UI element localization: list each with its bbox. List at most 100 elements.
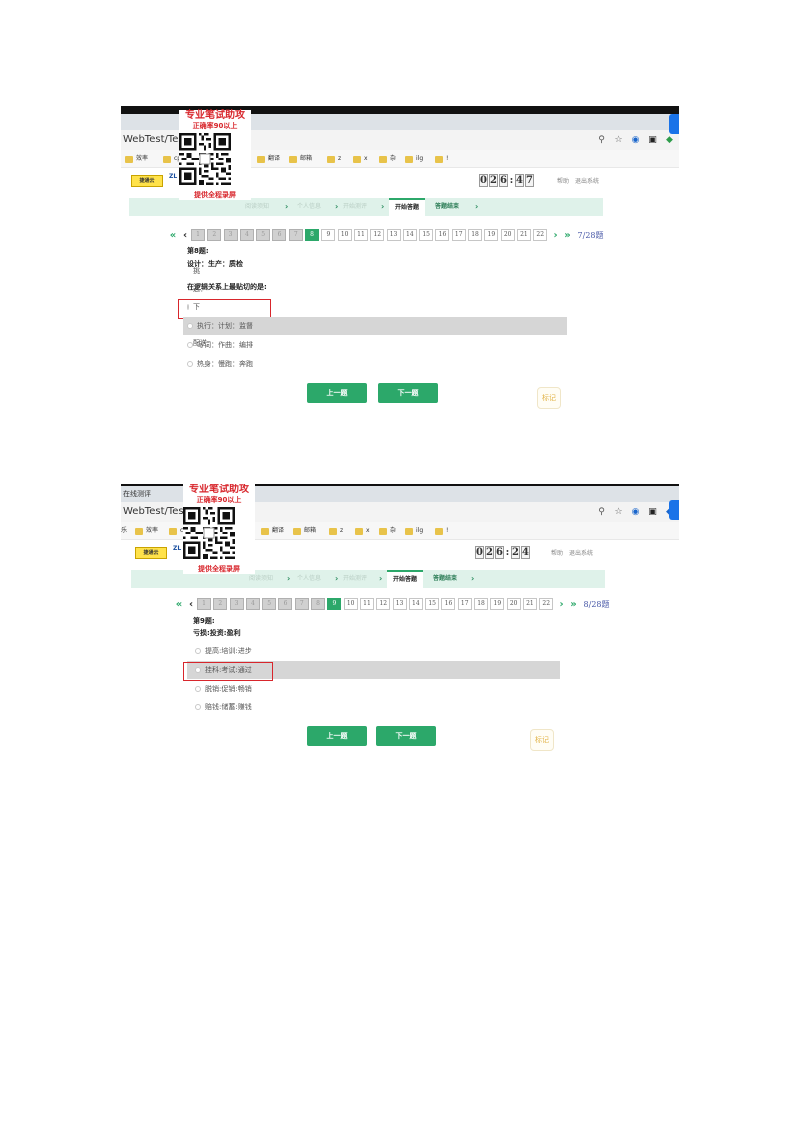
logout-link[interactable]: 退出系统 <box>575 176 599 185</box>
mark-button[interactable]: 标记 <box>530 729 554 751</box>
option-a[interactable]: 提高:培训:进步 <box>195 642 252 660</box>
page-number-box[interactable]: 2 <box>207 229 222 241</box>
page-number-box[interactable]: 10 <box>343 598 358 610</box>
last-page-icon[interactable]: » <box>568 599 580 610</box>
browser-tab-title[interactable]: 在线测评 <box>123 490 151 498</box>
last-page-icon[interactable]: » <box>562 230 574 241</box>
bookmark-item[interactable]: 杂 <box>379 522 396 539</box>
page-number-box[interactable]: 5 <box>256 229 271 241</box>
page-number-box[interactable]: 6 <box>278 598 293 610</box>
page-number-box[interactable]: 14 <box>402 229 417 241</box>
bookmark-item[interactable]: 效率 <box>135 522 158 539</box>
page-number-box[interactable]: 22 <box>539 598 554 610</box>
bookmark-item[interactable]: 邮箱 <box>289 150 312 167</box>
bookmark-item[interactable]: z <box>327 150 341 167</box>
star-icon[interactable]: ☆ <box>613 507 624 518</box>
page-number-box[interactable]: 11 <box>353 229 368 241</box>
page-number-box[interactable]: 13 <box>386 229 401 241</box>
page-number-box[interactable]: 8 <box>305 229 320 241</box>
extension-blue-icon[interactable]: ◉ <box>630 507 641 518</box>
bookmark-item[interactable]: 翻译 <box>261 522 284 539</box>
extension-green-icon[interactable]: ◆ <box>664 135 675 146</box>
next-page-icon[interactable]: › <box>550 230 562 241</box>
radio-button[interactable] <box>187 361 193 367</box>
page-number-box[interactable]: 17 <box>457 598 472 610</box>
option-b[interactable]: 执行：计划：监督 <box>183 317 567 335</box>
page-number-box[interactable]: 11 <box>359 598 374 610</box>
page-number-box[interactable]: 14 <box>408 598 423 610</box>
extension-dark-icon[interactable]: ▣ <box>647 507 658 518</box>
bookmark-item[interactable]: x <box>355 522 370 539</box>
zoom-icon[interactable]: ⚲ <box>596 507 607 518</box>
star-icon[interactable]: ☆ <box>613 135 624 146</box>
first-page-icon[interactable]: « <box>173 599 185 610</box>
page-number-box[interactable]: 13 <box>392 598 407 610</box>
page-number-box[interactable]: 1 <box>197 598 211 610</box>
page-number-box[interactable]: 7 <box>294 598 309 610</box>
prev-question-button[interactable]: 上一题 <box>307 726 367 746</box>
extension-badge-icon[interactable] <box>669 114 679 134</box>
page-number-box[interactable]: 19 <box>484 229 499 241</box>
option-c[interactable]: 脱销:促销:畅销 <box>195 680 252 698</box>
extension-dark-icon[interactable]: ▣ <box>647 135 658 146</box>
help-link[interactable]: 帮助 <box>551 548 563 557</box>
page-number-box[interactable]: 16 <box>441 598 456 610</box>
page-number-box[interactable]: 21 <box>522 598 537 610</box>
extension-blue-icon[interactable]: ◉ <box>630 135 641 146</box>
page-number-box[interactable]: 8 <box>311 598 326 610</box>
bookmark-item[interactable]: ilg <box>405 522 423 539</box>
bookmark-item[interactable]: ! <box>435 522 448 539</box>
page-number-box[interactable]: 18 <box>468 229 483 241</box>
help-link[interactable]: 帮助 <box>557 176 569 185</box>
radio-button[interactable] <box>195 704 201 710</box>
bookmark-item[interactable]: z <box>329 522 343 539</box>
prev-question-button[interactable]: 上一题 <box>307 383 367 403</box>
page-number-box[interactable]: 21 <box>516 229 531 241</box>
page-number-box[interactable]: 20 <box>506 598 521 610</box>
radio-button[interactable] <box>195 686 201 692</box>
page-number-box[interactable]: 7 <box>288 229 303 241</box>
bookmark-item[interactable]: 邮箱 <box>293 522 316 539</box>
prev-page-icon[interactable]: ‹ <box>185 599 197 610</box>
bookmark-item[interactable]: ilg <box>405 150 423 167</box>
bookmark-item[interactable]: x <box>353 150 368 167</box>
prev-page-icon[interactable]: ‹ <box>179 230 191 241</box>
next-page-icon[interactable]: › <box>556 599 568 610</box>
bookmark-item[interactable]: 效率 <box>125 150 148 167</box>
next-question-button[interactable]: 下一题 <box>378 383 438 403</box>
radio-button[interactable] <box>187 342 193 348</box>
page-number-box[interactable]: 6 <box>272 229 287 241</box>
page-number-box[interactable]: 3 <box>223 229 238 241</box>
option-d[interactable]: 热身：慢跑：奔跑 <box>187 355 253 373</box>
page-number-box[interactable]: 1 <box>191 229 205 241</box>
logout-link[interactable]: 退出系统 <box>569 548 593 557</box>
page-number-box[interactable]: 4 <box>245 598 260 610</box>
page-number-box[interactable]: 2 <box>213 598 228 610</box>
option-c[interactable]: 写词：作曲：编排 <box>187 336 253 354</box>
page-number-box[interactable]: 17 <box>451 229 466 241</box>
page-number-box[interactable]: 15 <box>419 229 434 241</box>
page-number-box[interactable]: 12 <box>370 229 385 241</box>
page-number-box[interactable]: 12 <box>376 598 391 610</box>
radio-button[interactable] <box>195 648 201 654</box>
bookmark-item[interactable]: 翻译 <box>257 150 280 167</box>
mark-button[interactable]: 标记 <box>537 387 561 409</box>
option-d[interactable]: 赔钱:储蓄:赚钱 <box>195 698 252 716</box>
extension-badge-icon[interactable] <box>669 500 679 520</box>
radio-button[interactable] <box>187 323 193 329</box>
page-number-box[interactable]: 15 <box>425 598 440 610</box>
page-number-box[interactable]: 4 <box>239 229 254 241</box>
page-number-box[interactable]: 3 <box>229 598 244 610</box>
page-number-box[interactable]: 18 <box>474 598 489 610</box>
page-number-box[interactable]: 20 <box>500 229 515 241</box>
page-number-box[interactable]: 19 <box>490 598 505 610</box>
page-number-box[interactable]: 9 <box>321 229 336 241</box>
first-page-icon[interactable]: « <box>167 230 179 241</box>
next-question-button[interactable]: 下一题 <box>376 726 436 746</box>
page-number-box[interactable]: 22 <box>533 229 548 241</box>
page-number-box[interactable]: 16 <box>435 229 450 241</box>
bookmark-item[interactable]: 乐 <box>121 522 127 539</box>
zoom-icon[interactable]: ⚲ <box>596 135 607 146</box>
page-number-box[interactable]: 9 <box>327 598 342 610</box>
bookmark-item[interactable]: ! <box>435 150 448 167</box>
